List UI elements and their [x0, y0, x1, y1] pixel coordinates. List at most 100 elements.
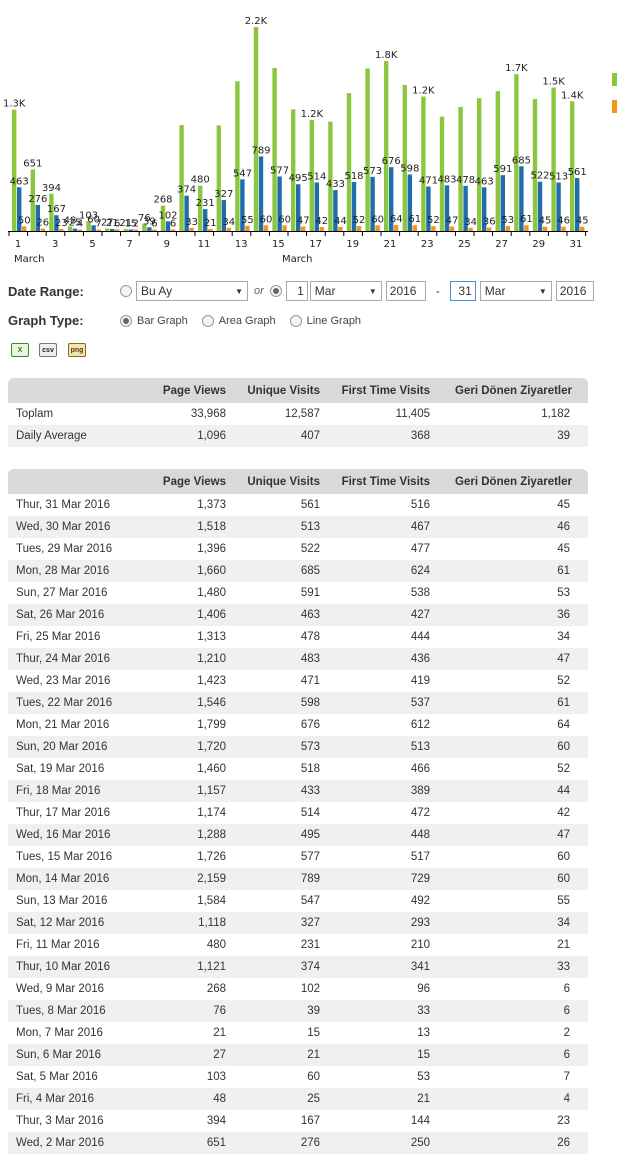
- data-label-series0-day2: 651: [23, 158, 42, 169]
- csv-icon[interactable]: csv: [39, 343, 57, 357]
- table-cell: 624: [332, 560, 442, 582]
- table-cell: 21: [557, 939, 570, 951]
- table-cell: 436: [332, 648, 442, 670]
- column-header[interactable]: First Time Visits: [332, 469, 442, 494]
- from-month-select[interactable]: Mar ▼: [309, 281, 382, 301]
- table-cell: Wed, 9 Mar 2016: [16, 983, 105, 995]
- column-header[interactable]: Geri Dönen Ziyaretler: [442, 378, 588, 403]
- table-cell: Sat, 19 Mar 2016: [16, 763, 105, 775]
- table-cell: 76: [158, 1000, 238, 1022]
- daily-header-row: Page Views Unique Visits First Time Visits…: [8, 469, 588, 494]
- bar-series2-day18: [338, 226, 343, 231]
- from-year-input[interactable]: 2016: [385, 281, 426, 301]
- table-cell: 48: [158, 1088, 238, 1110]
- table-cell: 1,799: [197, 719, 226, 731]
- to-day-input[interactable]: 31: [449, 281, 476, 301]
- column-header[interactable]: Page Views: [158, 378, 238, 403]
- column-header[interactable]: Unique Visits: [238, 378, 332, 403]
- table-cell: 427: [332, 604, 442, 626]
- bar-series2-day31: [580, 226, 585, 231]
- line-graph-label[interactable]: Line Graph: [307, 315, 361, 327]
- table-cell: 1,546: [158, 692, 238, 714]
- column-header[interactable]: First Time Visits: [332, 378, 442, 403]
- line-graph-radio[interactable]: [289, 314, 302, 327]
- data-label-series2-day14: 60: [260, 214, 273, 225]
- table-cell: 1,373: [197, 499, 226, 511]
- table-cell: 7: [563, 1071, 570, 1083]
- x-tick-label-23: 23: [421, 239, 434, 250]
- to-month-select[interactable]: Mar ▼: [479, 281, 552, 301]
- bar-series0-day23: [421, 96, 426, 231]
- data-label-series0-day1: 1.3K: [3, 99, 26, 110]
- table-cell: Daily Average: [8, 425, 158, 447]
- table-cell: Tues, 15 Mar 2016: [16, 851, 113, 863]
- table-cell: 13: [417, 1027, 430, 1039]
- table-cell: 1,118: [158, 912, 238, 934]
- table-cell: Tues, 22 Mar 2016: [8, 692, 158, 714]
- table-cell: 53: [557, 587, 570, 599]
- table-cell: 293: [332, 912, 442, 934]
- period-radio[interactable]: [120, 285, 132, 297]
- to-year-value: 2016: [559, 284, 587, 298]
- graph-type-row: Graph Type: Bar Graph Area Graph Line Gr…: [8, 313, 375, 328]
- table-cell: 685: [238, 560, 332, 582]
- data-label-series1-day13: 547: [233, 168, 252, 179]
- data-label-series2-day19: 52: [353, 215, 366, 226]
- column-header[interactable]: Page Views: [158, 469, 238, 494]
- data-label-series0-day11: 480: [191, 175, 210, 186]
- table-row: Sat, 26 Mar 2016 1,406 463 427 36: [8, 604, 588, 626]
- column-header[interactable]: [8, 378, 158, 403]
- data-label-series2-day2: 26: [36, 218, 49, 229]
- daily-visits-bar-chart: 1.3K46350651276263941672348254103607 2721…: [3, 16, 589, 265]
- table-cell: 25: [238, 1088, 332, 1110]
- data-label-series2-day29: 45: [539, 216, 552, 227]
- table-cell: 250: [332, 1132, 442, 1154]
- data-label-series2-day16: 47: [297, 216, 310, 227]
- column-header[interactable]: Unique Visits: [238, 469, 332, 494]
- table-cell: 2,159: [158, 868, 238, 890]
- table-row: Sat, 12 Mar 2016 1,118 327 293 34: [8, 912, 588, 934]
- bar-series2-day24: [449, 226, 455, 231]
- table-cell: 516: [410, 499, 430, 511]
- x-tick-label-25: 25: [458, 239, 471, 250]
- from-day-input[interactable]: 1: [285, 281, 308, 301]
- area-graph-radio[interactable]: [201, 314, 214, 327]
- chevron-down-icon: ▼: [538, 286, 547, 296]
- csv-icon-text: csv: [42, 346, 54, 354]
- table-cell: 676: [300, 719, 320, 731]
- bar-series0-day27: [495, 91, 500, 232]
- x-tick-label-5: 5: [89, 239, 95, 250]
- bar-series2-day27: [505, 225, 510, 231]
- table-row: Sun, 20 Mar 2016 1,720 573 513 60: [8, 736, 588, 758]
- custom-range-radio[interactable]: [269, 285, 282, 297]
- bar-graph-radio[interactable]: [120, 314, 132, 327]
- column-header[interactable]: [8, 469, 158, 494]
- table-row: Wed, 9 Mar 2016 268 102 96 6: [8, 978, 588, 1000]
- to-year-input[interactable]: 2016: [555, 281, 594, 301]
- table-cell: Thur, 10 Mar 2016: [8, 956, 158, 978]
- excel-icon[interactable]: X: [11, 343, 29, 357]
- table-cell: 15: [307, 1027, 320, 1039]
- column-header[interactable]: Geri Dönen Ziyaretler: [442, 469, 588, 494]
- data-label-series1-day30: 513: [549, 172, 568, 183]
- table-row: Sat, 5 Mar 2016 103 60 53 7: [8, 1066, 588, 1088]
- legend-swatch-returning: [612, 100, 617, 113]
- data-label-series2-day13: 55: [241, 215, 254, 226]
- bar-graph-label[interactable]: Bar Graph: [137, 315, 188, 327]
- period-select-value: Bu Ay: [141, 284, 173, 298]
- bar-series0-day1: [12, 109, 17, 231]
- legend-swatch-page-views: [612, 73, 617, 86]
- bar-series2-day14: [263, 225, 269, 231]
- table-row: Thur, 24 Mar 2016 1,210 483 436 47: [8, 648, 588, 670]
- data-label-series1-day25: 478: [456, 175, 475, 186]
- table-cell: 61: [442, 560, 588, 582]
- table-cell: 64: [557, 719, 570, 731]
- bar-series0-day30: [551, 87, 556, 232]
- table-cell: 36: [442, 604, 588, 626]
- area-graph-label[interactable]: Area Graph: [219, 315, 276, 327]
- table-row: Tues, 22 Mar 2016 1,546 598 537 61: [8, 692, 588, 714]
- png-icon[interactable]: png: [68, 343, 86, 357]
- table-cell: 1,480: [197, 587, 226, 599]
- period-select[interactable]: Bu Ay ▼: [136, 281, 248, 301]
- x-tick-label-1: 1: [15, 239, 21, 250]
